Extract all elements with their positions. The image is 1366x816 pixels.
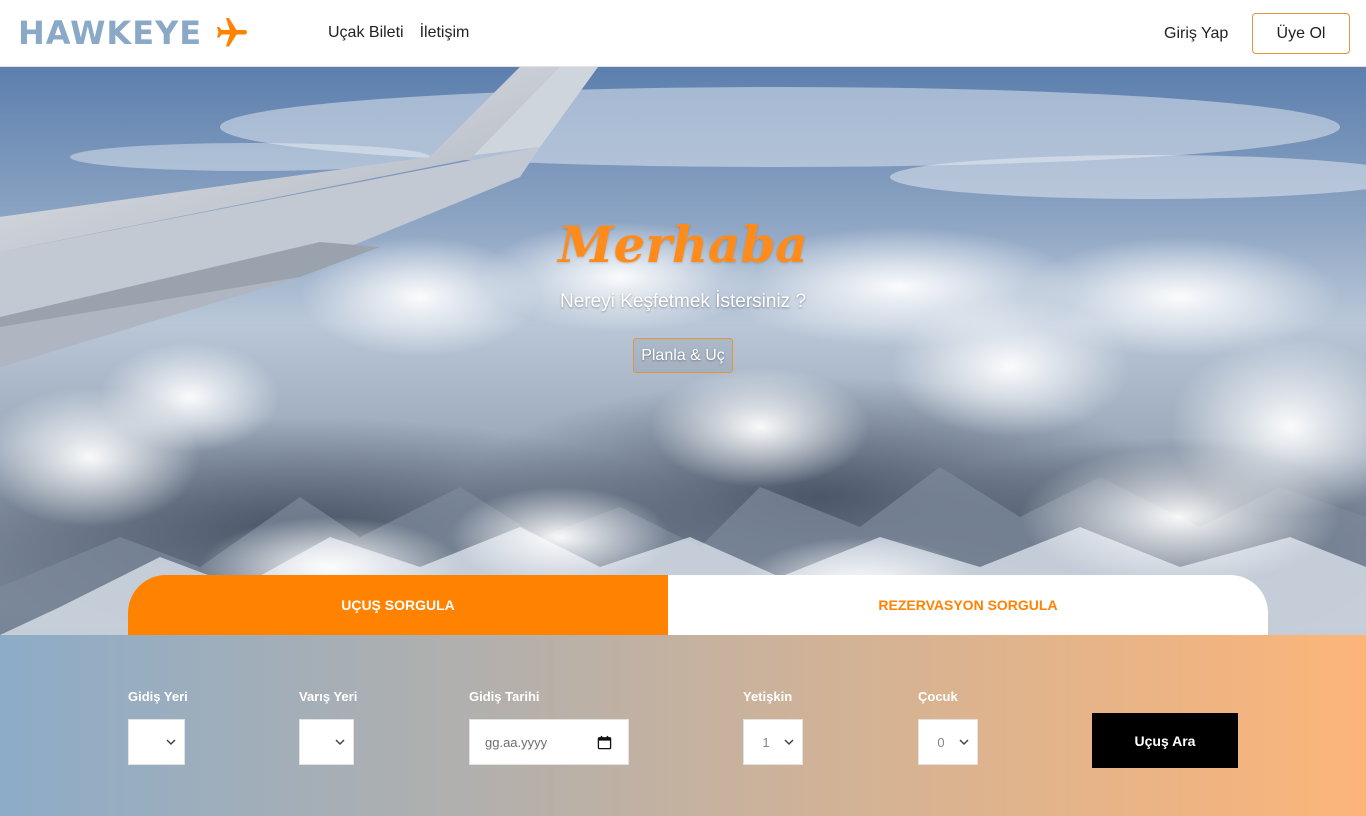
date-placeholder: gg.aa.yyyy xyxy=(485,734,548,750)
to-select[interactable] xyxy=(299,719,354,765)
chevron-down-icon xyxy=(784,739,794,746)
calendar-icon[interactable] xyxy=(597,735,612,750)
departure-date-input[interactable]: gg.aa.yyyy xyxy=(469,719,629,765)
search-flights-button[interactable]: Uçuş Ara xyxy=(1092,713,1238,768)
to-label: Varış Yeri xyxy=(299,689,358,704)
from-select[interactable] xyxy=(128,719,185,765)
hero-banner: Merhaba Nereyi Keşfetmek İstersiniz ? Pl… xyxy=(0,67,1366,635)
nav-link-contact[interactable]: İletişim xyxy=(420,23,470,43)
airplane-icon xyxy=(217,18,248,47)
chevron-down-icon xyxy=(335,739,345,746)
signup-button[interactable]: Üye Ol xyxy=(1252,13,1350,54)
child-count-value: 0 xyxy=(937,734,945,750)
from-label: Gidiş Yeri xyxy=(128,689,188,704)
tab-flight-search[interactable]: UÇUŞ SORGULA xyxy=(128,575,668,635)
login-link[interactable]: Giriş Yap xyxy=(1164,24,1228,44)
chevron-down-icon xyxy=(166,739,176,746)
hero-title: Merhaba xyxy=(558,215,808,274)
plan-and-fly-button[interactable]: Planla & Uç xyxy=(633,338,733,373)
adult-count-select[interactable]: 1 xyxy=(743,719,803,765)
adult-label: Yetişkin xyxy=(743,689,793,704)
child-count-select[interactable]: 0 xyxy=(918,719,978,765)
brand-logo[interactable]: HAWKEYE xyxy=(18,14,250,52)
child-label: Çocuk xyxy=(918,689,958,704)
hero-subtitle: Nereyi Keşfetmek İstersiniz ? xyxy=(559,291,807,312)
flight-search-form: Gidiş Yeri Varış Yeri Gidiş Tarihi gg.aa… xyxy=(0,635,1366,816)
adult-count-value: 1 xyxy=(762,734,770,750)
nav-link-flight-ticket[interactable]: Uçak Bileti xyxy=(328,23,404,43)
date-label: Gidiş Tarihi xyxy=(469,689,540,704)
top-navbar: HAWKEYE Uçak Bileti İletişim Giriş Yap Ü… xyxy=(0,0,1366,67)
main-nav: Uçak Bileti İletişim xyxy=(328,23,469,43)
chevron-down-icon xyxy=(959,739,969,746)
tab-reservation-search[interactable]: REZERVASYON SORGULA xyxy=(668,575,1268,635)
brand-name: HAWKEYE xyxy=(18,14,203,52)
